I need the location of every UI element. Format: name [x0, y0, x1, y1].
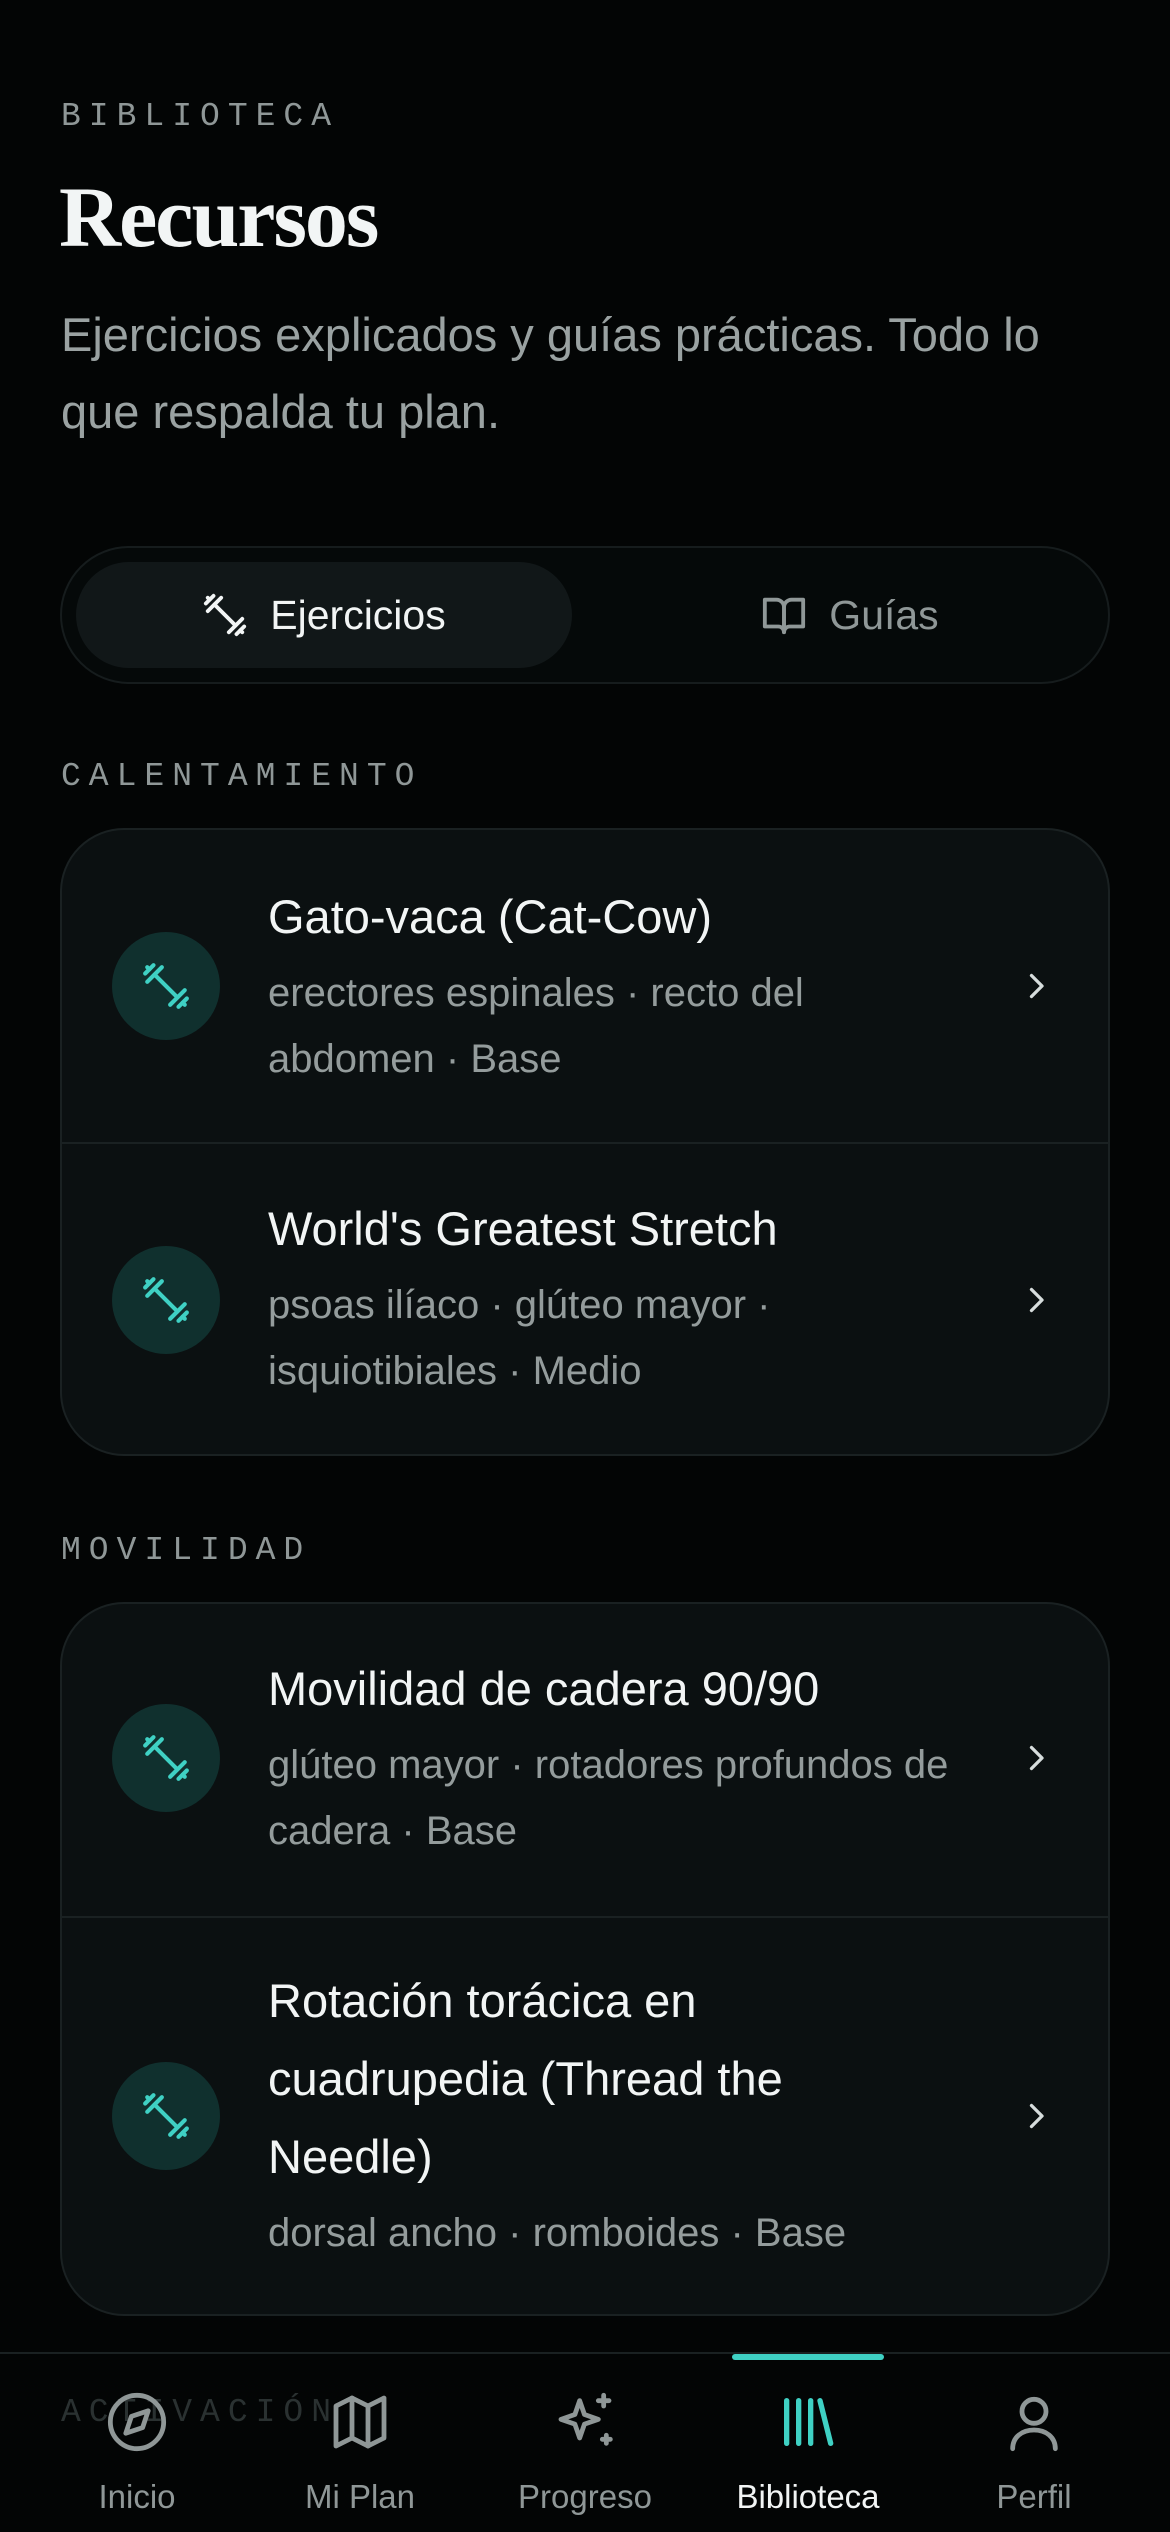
list-item[interactable]: World's Greatest Stretch psoas ilíaco · … [62, 1142, 1108, 1454]
bottom-tab-bar: ACTIVACIÓN Inicio Mi Plan Progreso Bibli… [0, 2352, 1170, 2532]
tab-perfil[interactable]: Perfil [934, 2354, 1134, 2532]
tab-progreso[interactable]: Progreso [485, 2354, 685, 2532]
exercise-icon-circle [112, 1246, 220, 1354]
tab-biblioteca[interactable]: Biblioteca [708, 2354, 908, 2532]
tab-inicio[interactable]: Inicio [37, 2354, 237, 2532]
exercise-meta: glúteo mayor · rotadores profundos de ca… [268, 1743, 949, 1853]
tab-label: Progreso [518, 2478, 652, 2515]
exercise-icon-circle [112, 932, 220, 1040]
exercise-title: Movilidad de cadera 90/90 [268, 1662, 820, 1715]
page-eyebrow: BIBLIOTECA [61, 98, 340, 135]
dumbbell-icon [143, 963, 189, 1009]
library-icon [784, 2398, 834, 2446]
tab-guias-label: Guías [829, 591, 939, 638]
tab-ejercicios-label: Ejercicios [270, 591, 446, 638]
tab-ejercicios[interactable]: Ejercicios [76, 562, 572, 668]
section-label-calentamiento: CALENTAMIENTO [61, 758, 423, 795]
exercise-title: World's Greatest Stretch [268, 1202, 778, 1255]
dumbbell-icon [204, 593, 247, 637]
user-icon [1010, 2396, 1058, 2452]
exercise-meta: dorsal ancho · romboides · Base [268, 2211, 847, 2255]
list-item[interactable]: Rotación torácica en cuadrupedia (Thread… [62, 1916, 1108, 2314]
exercise-title: Gato-vaca (Cat-Cow) [268, 890, 712, 943]
exercise-icon-circle [112, 2062, 220, 2170]
map-icon [333, 2395, 387, 2449]
tab-label: Inicio [98, 2478, 176, 2515]
exercise-list-movilidad: Movilidad de cadera 90/90 glúteo mayor ·… [60, 1602, 1110, 2316]
sparkles-icon [558, 2392, 613, 2446]
chevron-right-icon [1029, 2103, 1044, 2129]
dumbbell-icon [143, 2093, 189, 2139]
resource-type-segmented-control: Ejercicios Guías [60, 546, 1110, 684]
list-item[interactable]: Gato-vaca (Cat-Cow) erectores espinales … [62, 830, 1108, 1142]
chevron-right-icon [1029, 1287, 1044, 1313]
exercise-meta: erectores espinales · recto del abdomen … [268, 971, 804, 1081]
exercise-meta: psoas ilíaco · glúteo mayor · isquiotibi… [268, 1283, 771, 1393]
dumbbell-icon [143, 1277, 189, 1323]
exercise-title: Rotación torácica en cuadrupedia (Thread… [268, 1974, 783, 2183]
page-subtitle: Ejercicios explicados y guías prácticas.… [61, 308, 1040, 438]
compass-icon [107, 2392, 167, 2452]
page-title: Recursos [59, 169, 379, 265]
book-open-icon [763, 597, 806, 635]
chevron-right-icon [1029, 973, 1044, 999]
tab-label: Mi Plan [304, 2478, 416, 2515]
list-item[interactable]: Movilidad de cadera 90/90 glúteo mayor ·… [62, 1604, 1108, 1916]
tab-label: Perfil [996, 2478, 1072, 2515]
dumbbell-icon [143, 1735, 189, 1781]
exercise-icon-circle [112, 1704, 220, 1812]
exercise-list-calentamiento: Gato-vaca (Cat-Cow) erectores espinales … [60, 828, 1110, 1456]
tab-guias[interactable]: Guías [602, 562, 1098, 668]
section-label-movilidad: MOVILIDAD [61, 1532, 312, 1569]
tab-label: Biblioteca [736, 2478, 880, 2515]
tab-mi-plan[interactable]: Mi Plan [260, 2354, 460, 2532]
chevron-right-icon [1029, 1745, 1044, 1771]
